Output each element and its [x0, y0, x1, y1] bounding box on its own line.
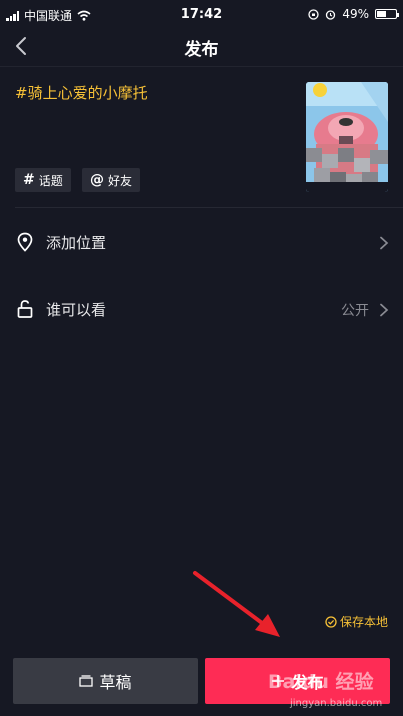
page-title: 发布 [184, 40, 219, 60]
nav-bar: 发布 [0, 28, 403, 66]
cover-image [306, 82, 388, 192]
watermark-url: jingyan.baidu.com [290, 698, 383, 709]
cover-thumbnail[interactable] [306, 82, 388, 192]
save-local-toggle[interactable]: 保存本地 [325, 613, 388, 630]
add-location-label: 添加位置 [46, 234, 107, 252]
nav-divider [0, 66, 403, 67]
visibility-value: 公开 [341, 303, 369, 319]
rotation-lock-icon [308, 8, 319, 20]
draft-box-icon [79, 675, 94, 687]
watermark: Baidu 经验 [268, 671, 374, 693]
status-right: 49% [308, 7, 399, 21]
draft-label: 草稿 [99, 673, 132, 692]
caption-text[interactable]: #骑上心爱的小摩托 [15, 82, 148, 103]
hashtag-icon: # [23, 172, 35, 188]
unlock-icon [17, 300, 33, 318]
at-icon: @ [90, 172, 104, 188]
topic-label: 话题 [38, 173, 63, 188]
visibility-row[interactable]: 谁可以看 公开 [0, 279, 403, 339]
battery-icon [375, 9, 399, 19]
friend-label: 好友 [108, 173, 133, 188]
mention-friend-button[interactable]: @ 好友 [82, 168, 141, 192]
alarm-icon [326, 9, 336, 20]
section-divider [15, 207, 403, 208]
status-bar: 中国联通 17:42 49% [0, 0, 403, 28]
save-local-label: 保存本地 [339, 615, 388, 629]
add-location-row[interactable]: 添加位置 [0, 212, 403, 272]
topic-button[interactable]: # 话题 [15, 168, 71, 192]
check-circle-icon [325, 615, 337, 628]
visibility-label: 谁可以看 [46, 301, 107, 319]
chevron-right-icon [380, 303, 389, 317]
battery-fill [377, 11, 386, 17]
battery-percent: 49% [342, 7, 369, 21]
chevron-right-icon [380, 236, 389, 250]
draft-button[interactable]: 草稿 [13, 658, 198, 704]
location-pin-icon [17, 232, 33, 252]
